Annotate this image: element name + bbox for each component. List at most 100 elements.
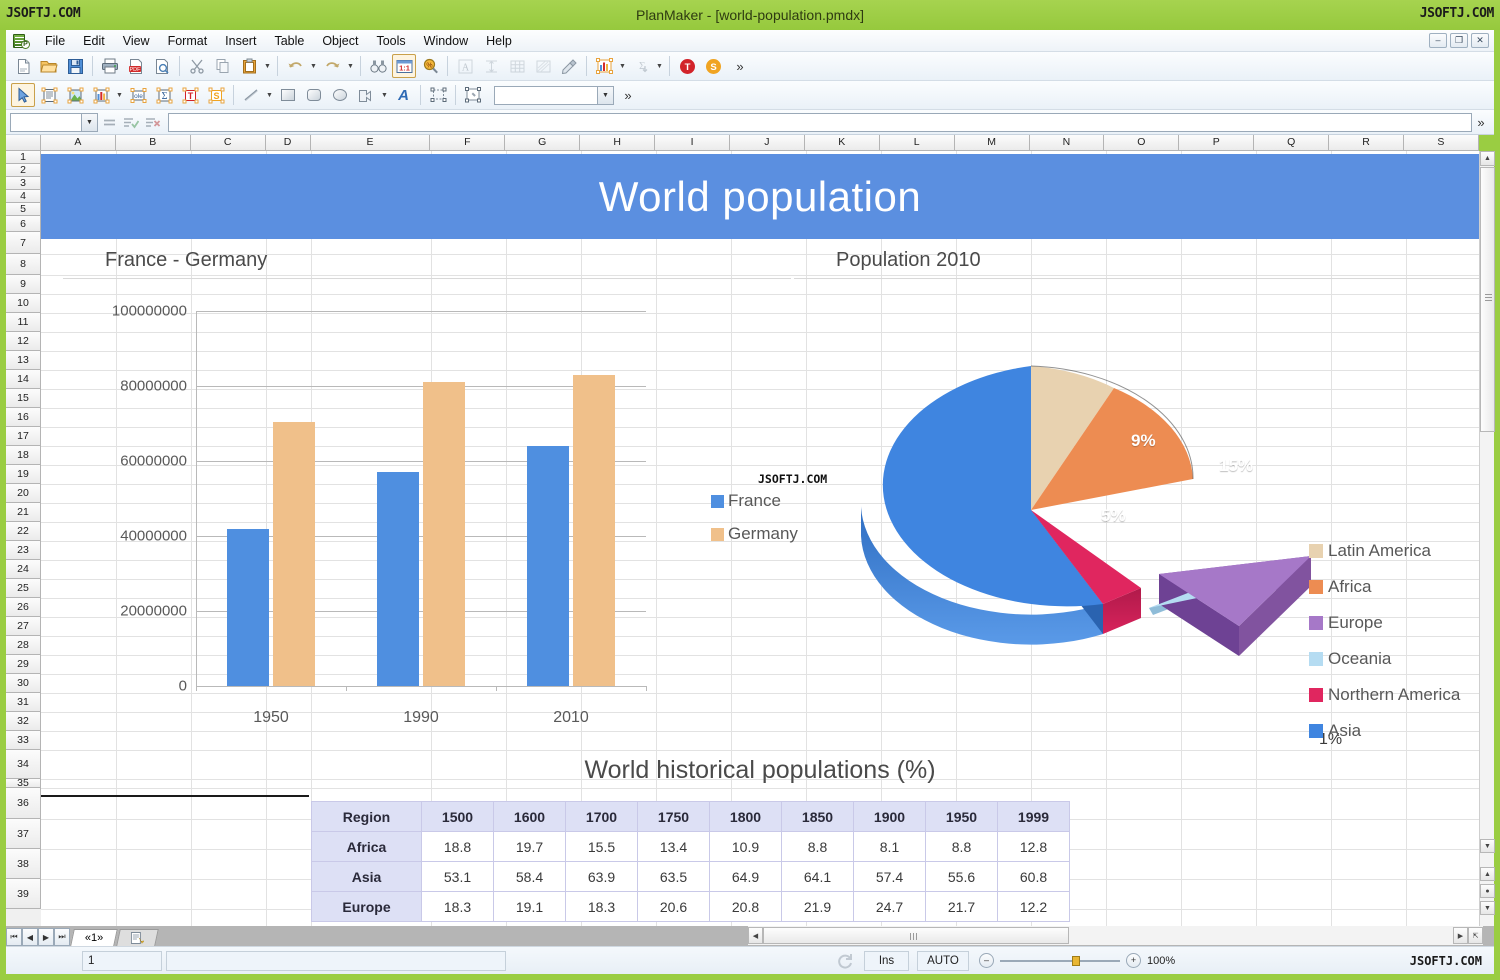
textmaker-icon[interactable]: T [675,54,699,78]
rectangle-tool-icon[interactable] [276,83,300,107]
row-header-12[interactable]: 12 [6,332,41,351]
object-style-dropdown-arrow-icon[interactable]: ▼ [597,86,613,104]
row-header-37[interactable]: 37 [6,819,41,849]
formula-bar-overflow-button[interactable]: » [1472,115,1490,130]
scroll-down-button[interactable]: ▼ [1480,839,1495,853]
row-header-20[interactable]: 20 [6,484,41,503]
save-disk-icon[interactable] [63,54,87,78]
row-header-18[interactable]: 18 [6,446,41,465]
minimize-button[interactable]: – [1429,33,1447,48]
column-header-h[interactable]: H [580,135,656,151]
object-style-combo[interactable]: ▼ [494,85,614,105]
table-cell[interactable]: 58.4 [493,861,566,892]
menu-insert[interactable]: Insert [216,32,265,50]
table-cell[interactable]: 24.7 [853,891,926,922]
calculation-mode-indicator[interactable]: AUTO [917,950,969,971]
new-document-icon[interactable] [11,54,35,78]
text-frame-icon[interactable]: A [453,54,477,78]
table-grid-icon[interactable] [505,54,529,78]
ole-object-icon[interactable]: ole [126,83,150,107]
paste-clipboard-icon[interactable] [237,54,261,78]
table-column-header-1950[interactable]: 1950 [925,801,998,832]
split-view-button[interactable]: ⇱ [1468,927,1483,944]
row-header-25[interactable]: 25 [6,579,41,598]
cut-scissors-icon[interactable] [185,54,209,78]
chart-dropdown-arrow-icon[interactable]: ▼ [617,54,628,78]
goto-page-button[interactable]: ● [1480,884,1495,898]
table-cell[interactable]: 21.7 [925,891,998,922]
formula-input[interactable] [168,112,1472,132]
column-header-o[interactable]: O [1104,135,1180,151]
table-cell[interactable]: 12.2 [997,891,1070,922]
row-header-8[interactable]: 8 [6,254,41,275]
column-header-k[interactable]: K [804,135,880,151]
table-cell[interactable]: 55.6 [925,861,998,892]
table-column-header-region[interactable]: Region [311,801,422,832]
format-brush-icon[interactable] [557,54,581,78]
table-cell[interactable]: 60.8 [997,861,1070,892]
row-header-26[interactable]: 26 [6,598,41,617]
line-tool-icon[interactable] [239,83,263,107]
cancel-x-icon[interactable] [142,112,164,132]
table-column-header-1900[interactable]: 1900 [853,801,926,832]
print-icon[interactable] [98,54,122,78]
column-header-d[interactable]: D [265,135,311,151]
row-header-29[interactable]: 29 [6,655,41,674]
undo-arrow-icon[interactable] [283,54,307,78]
zoom-slider[interactable] [1000,954,1120,968]
menu-object[interactable]: Object [313,32,367,50]
row-header-10[interactable]: 10 [6,294,41,313]
row-header-36[interactable]: 36 [6,788,41,819]
chart-icon[interactable] [592,54,616,78]
table-cell[interactable]: 10.9 [709,831,782,862]
row-header-11[interactable]: 11 [6,313,41,332]
table-cell[interactable]: 64.1 [781,861,854,892]
row-header-38[interactable]: 38 [6,849,41,879]
row-header-5[interactable]: 5 [6,203,41,216]
table-row-label[interactable]: Africa [311,831,422,862]
presentations-object-icon[interactable]: S [204,83,228,107]
pie-chart[interactable]: 9% 15% 5% 1% Latin America Africa Europe [831,291,1479,748]
row-header-7[interactable]: 7 [6,232,41,254]
line-dropdown-arrow-icon[interactable]: ▼ [264,83,275,107]
menu-window[interactable]: Window [415,32,477,50]
redo-arrow-icon[interactable] [320,54,344,78]
toolbar1-overflow-button[interactable]: » [732,59,748,74]
copy-icon[interactable] [211,54,235,78]
table-cell[interactable]: 8.1 [853,831,926,862]
previous-page-button[interactable]: ▲ [1480,867,1495,881]
menu-table[interactable]: Table [265,32,313,50]
restore-button[interactable]: ❐ [1450,33,1468,48]
column-header-b[interactable]: B [115,135,191,151]
sheet-tab-1[interactable]: «1» [70,929,119,946]
row-header-19[interactable]: 19 [6,465,41,484]
group-objects-icon[interactable] [426,83,450,107]
sheet-nav-next[interactable]: ▶ [38,928,54,946]
column-header-n[interactable]: N [1029,135,1105,151]
refresh-icon[interactable] [836,952,854,970]
table-cell[interactable]: 63.5 [637,861,710,892]
table-cell[interactable]: 8.8 [781,831,854,862]
table-column-header-1750[interactable]: 1750 [637,801,710,832]
table-column-header-1999[interactable]: 1999 [997,801,1070,832]
column-header-i[interactable]: I [655,135,730,151]
redo-dropdown-arrow-icon[interactable]: ▼ [345,54,356,78]
table-row-label[interactable]: Europe [311,891,422,922]
name-box-dropdown-arrow-icon[interactable]: ▼ [81,113,97,131]
vertical-scrollbar[interactable]: ▲ ▼ ▲ ● ▼ [1479,151,1495,926]
table-column-header-1700[interactable]: 1700 [565,801,638,832]
accept-check-icon[interactable] [120,112,142,132]
menu-file[interactable]: File [36,32,74,50]
row-header-15[interactable]: 15 [6,389,41,408]
autosum-dropdown-arrow-icon[interactable]: ▼ [654,54,665,78]
scroll-up-button[interactable]: ▲ [1480,151,1495,166]
row-header-30[interactable]: 30 [6,674,41,693]
search-binoculars-icon[interactable] [366,54,390,78]
table-cell[interactable]: 12.8 [997,831,1070,862]
table-cell[interactable]: 64.9 [709,861,782,892]
presentations-icon[interactable]: S [701,54,725,78]
column-header-r[interactable]: R [1329,135,1404,151]
autosum-icon[interactable]: Σ [629,54,653,78]
row-header-17[interactable]: 17 [6,427,41,446]
object-properties-icon[interactable] [461,83,485,107]
